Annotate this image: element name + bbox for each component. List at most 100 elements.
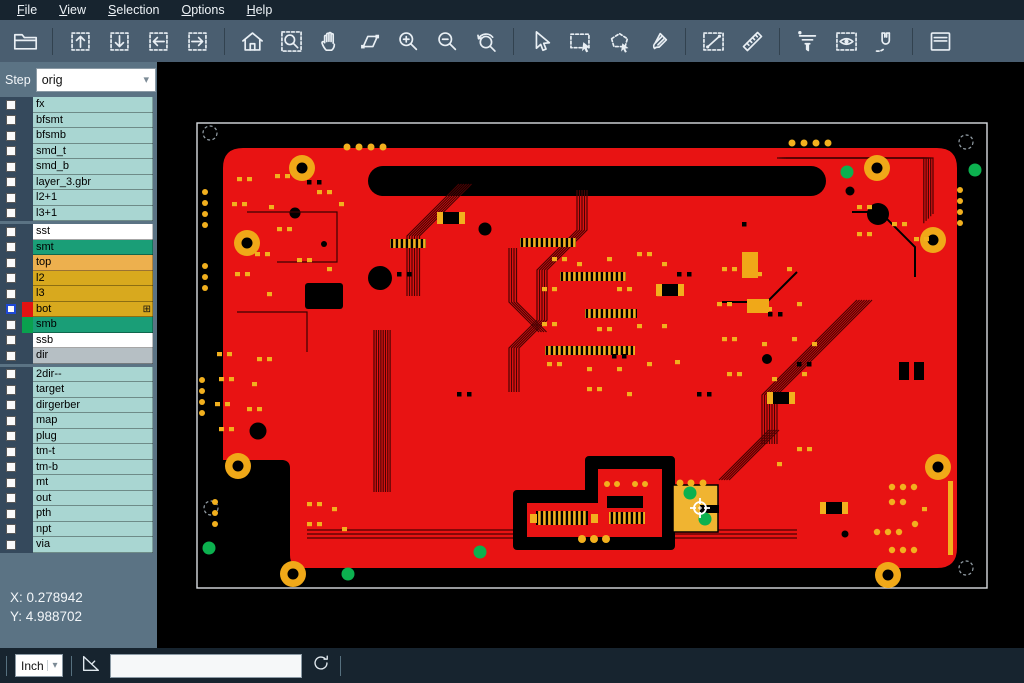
layer-row-npt[interactable]: npt <box>0 522 153 538</box>
chevron-down-icon[interactable]: ▾ <box>47 660 62 671</box>
layer-color-swatch[interactable] <box>22 317 33 333</box>
layer-color-swatch[interactable] <box>22 271 33 287</box>
layer-color-swatch[interactable] <box>22 460 33 476</box>
layer-label[interactable]: top <box>33 255 153 271</box>
layer-label[interactable]: dirgerber <box>33 398 153 414</box>
layer-row-map[interactable]: map <box>0 413 153 429</box>
layer-color-swatch[interactable] <box>22 97 33 113</box>
layer-label[interactable]: l3 <box>33 286 153 302</box>
zoom-out-icon[interactable] <box>430 25 464 57</box>
layer-checkbox[interactable] <box>6 177 16 187</box>
layer-color-swatch[interactable] <box>22 255 33 271</box>
layer-row-l3+1[interactable]: l3+1 <box>0 206 153 222</box>
layer-row-smd_b[interactable]: smd_b <box>0 159 153 175</box>
layer-color-swatch[interactable] <box>22 413 33 429</box>
layer-row-pth[interactable]: pth <box>0 506 153 522</box>
pan-left-icon[interactable] <box>141 25 175 57</box>
pan-up-icon[interactable] <box>63 25 97 57</box>
layer-row-plug[interactable]: plug <box>0 429 153 445</box>
layer-label[interactable]: l3+1 <box>33 206 153 222</box>
layer-label[interactable]: l2+1 <box>33 190 153 206</box>
pan-hand-icon[interactable] <box>313 25 347 57</box>
layer-color-swatch[interactable] <box>22 286 33 302</box>
layer-label[interactable]: target <box>33 382 153 398</box>
layer-label[interactable]: smd_t <box>33 144 153 160</box>
layer-checkbox[interactable] <box>6 242 16 252</box>
layer-row-l3[interactable]: l3 <box>0 286 153 302</box>
layer-checkbox[interactable] <box>6 304 16 314</box>
layer-color-swatch[interactable] <box>22 367 33 383</box>
layer-color-swatch[interactable] <box>22 128 33 144</box>
layer-checkbox[interactable] <box>6 227 16 237</box>
unit-select[interactable]: Inch ▾ <box>15 654 63 677</box>
layer-checkbox[interactable] <box>6 162 16 172</box>
layer-row-l2+1[interactable]: l2+1 <box>0 190 153 206</box>
layer-row-bot[interactable]: bot⊞ <box>0 302 153 318</box>
layer-row-via[interactable]: via <box>0 537 153 553</box>
zoom-previous-icon[interactable] <box>469 25 503 57</box>
chevron-down-icon[interactable]: ▾ <box>138 73 155 86</box>
layer-checkbox[interactable] <box>6 400 16 410</box>
pan-down-icon[interactable] <box>102 25 136 57</box>
pan-right-icon[interactable] <box>180 25 214 57</box>
layer-checkbox[interactable] <box>6 193 16 203</box>
layer-row-smd_t[interactable]: smd_t <box>0 144 153 160</box>
layer-checkbox[interactable] <box>6 115 16 125</box>
window-zoom-icon[interactable] <box>352 25 386 57</box>
layer-label[interactable]: smd_b <box>33 159 153 175</box>
layer-row-smt[interactable]: smt <box>0 240 153 256</box>
layer-color-swatch[interactable] <box>22 398 33 414</box>
layer-row-target[interactable]: target <box>0 382 153 398</box>
layer-row-tm-t[interactable]: tm-t <box>0 444 153 460</box>
layer-label[interactable]: via <box>33 537 153 553</box>
layer-row-fx[interactable]: fx <box>0 97 153 113</box>
menu-file[interactable]: File <box>6 0 48 20</box>
layer-row-mt[interactable]: mt <box>0 475 153 491</box>
layer-label[interactable]: out <box>33 491 153 507</box>
layer-checkbox[interactable] <box>6 416 16 426</box>
layer-checkbox[interactable] <box>6 258 16 268</box>
snap-magnet-icon[interactable] <box>868 25 902 57</box>
layer-label[interactable]: dir <box>33 348 153 364</box>
layer-label[interactable]: bot⊞ <box>33 302 153 318</box>
layer-color-swatch[interactable] <box>22 537 33 553</box>
layer-color-swatch[interactable] <box>22 206 33 222</box>
layer-color-swatch[interactable] <box>22 190 33 206</box>
layer-color-swatch[interactable] <box>22 382 33 398</box>
rect-select-icon[interactable] <box>563 25 597 57</box>
refresh-icon[interactable] <box>310 652 332 679</box>
layer-label[interactable]: l2 <box>33 271 153 287</box>
layer-label[interactable]: mt <box>33 475 153 491</box>
layer-label[interactable]: layer_3.gbr <box>33 175 153 191</box>
command-input[interactable] <box>110 654 302 678</box>
measure-distance-icon[interactable] <box>696 25 730 57</box>
layer-checkbox[interactable] <box>6 540 16 550</box>
layer-row-ssb[interactable]: ssb <box>0 333 153 349</box>
layer-checkbox[interactable] <box>6 509 16 519</box>
brush-select-icon[interactable] <box>641 25 675 57</box>
step-select[interactable]: orig ▾ <box>36 68 156 92</box>
layer-checkbox[interactable] <box>6 524 16 534</box>
menu-selection[interactable]: Selection <box>97 0 170 20</box>
layer-checkbox[interactable] <box>6 478 16 488</box>
layer-row-dirgerber[interactable]: dirgerber <box>0 398 153 414</box>
layer-row-out[interactable]: out <box>0 491 153 507</box>
layer-row-l2[interactable]: l2 <box>0 271 153 287</box>
layer-label[interactable]: npt <box>33 522 153 538</box>
layer-checkbox[interactable] <box>6 447 16 457</box>
layer-checkbox[interactable] <box>6 351 16 361</box>
layer-checkbox[interactable] <box>6 208 16 218</box>
layer-color-swatch[interactable] <box>22 506 33 522</box>
menu-view[interactable]: View <box>48 0 97 20</box>
home-view-icon[interactable] <box>235 25 269 57</box>
pcb-canvas[interactable] <box>157 62 1024 648</box>
zoom-region-icon[interactable] <box>274 25 308 57</box>
layer-checkbox[interactable] <box>6 146 16 156</box>
layer-label[interactable]: tm-b <box>33 460 153 476</box>
layer-row-2dir--[interactable]: 2dir-- <box>0 367 153 383</box>
layer-color-swatch[interactable] <box>22 302 33 318</box>
layers-panel-icon[interactable] <box>923 25 957 57</box>
layer-color-swatch[interactable] <box>22 522 33 538</box>
layer-color-swatch[interactable] <box>22 429 33 445</box>
layer-row-layer_3.gbr[interactable]: layer_3.gbr <box>0 175 153 191</box>
